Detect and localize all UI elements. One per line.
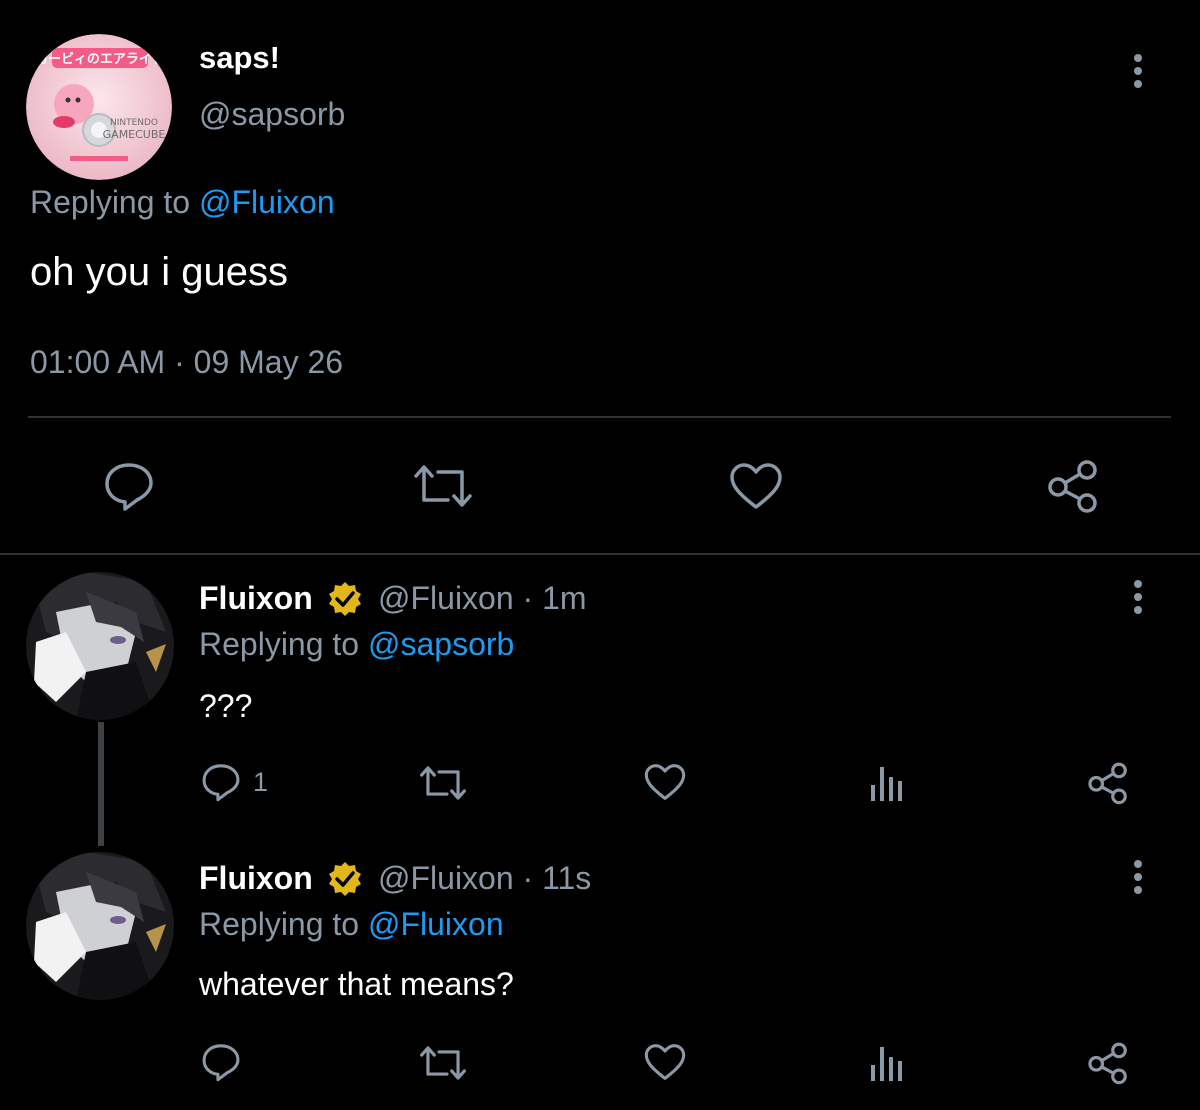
reply-meta: @Fluixon · 11s [378,860,591,897]
replying-to-link[interactable]: @Fluixon [199,184,335,220]
reply-time[interactable]: · 11s [523,860,592,896]
verified-badge-icon [327,861,363,902]
reply-handle[interactable]: @Fluixon [378,580,514,616]
divider [0,553,1200,555]
reply-text: whatever that means? [199,966,514,1002]
anime-avatar-image [26,852,174,1000]
reply-icon[interactable] [201,1042,241,1087]
main-tweet-handle[interactable]: @sapsorb [199,96,345,133]
svg-text:NINTENDO: NINTENDO [110,118,158,128]
svg-text:GAMECUBE: GAMECUBE [103,128,166,141]
main-tweet-timestamp[interactable]: 01:00 AM · 09 May 26 [30,344,343,381]
reply-replying-line: Replying to @sapsorb [199,626,514,663]
analytics-icon[interactable] [868,1043,906,1088]
divider [28,416,1171,418]
main-tweet-text: oh you i guess [30,250,288,294]
like-icon[interactable] [729,462,783,510]
reply-avatar[interactable] [26,572,174,720]
main-tweet-replying-line: Replying to @Fluixon [30,184,335,221]
retweet-icon[interactable] [412,462,474,510]
verified-badge-icon [327,581,363,622]
reply-display-name[interactable]: Fluixon [199,860,313,897]
more-options-icon[interactable] [1126,578,1150,623]
reply-count: 1 [253,767,269,797]
share-icon[interactable] [1046,458,1100,514]
like-icon[interactable] [644,763,686,806]
reply-avatar[interactable] [26,852,174,1000]
share-icon[interactable] [1086,1041,1130,1090]
anime-avatar-image [26,572,174,720]
reply-text: ??? [199,688,253,724]
replying-to-label: Replying to [199,626,368,662]
thread-connector-line [98,722,104,846]
reply-replying-line: Replying to @Fluixon [199,906,504,943]
replying-to-link[interactable]: @sapsorb [368,626,514,662]
svg-text:カービィのエアライド: カービィのエアライド [35,51,165,67]
share-icon[interactable] [1086,761,1130,810]
reply-handle[interactable]: @Fluixon [378,860,514,896]
gamecube-disc-avatar-image: カービィのエアライド NINTENDO GAMECUBE [26,34,172,180]
reply-display-name[interactable]: Fluixon [199,580,313,617]
analytics-icon[interactable] [868,763,906,808]
reply-icon[interactable] [103,460,155,512]
replying-to-label: Replying to [199,906,368,942]
main-tweet-display-name[interactable]: saps! [199,40,280,76]
retweet-icon[interactable] [418,1044,468,1087]
retweet-icon[interactable] [418,764,468,807]
main-tweet-avatar[interactable]: カービィのエアライド NINTENDO GAMECUBE [26,34,172,180]
reply-icon[interactable] [201,762,241,807]
reply-time[interactable]: · 1m [523,580,587,616]
replying-to-label: Replying to [30,184,199,220]
replying-to-link[interactable]: @Fluixon [368,906,504,942]
reply-meta: @Fluixon · 1m [378,580,587,617]
more-options-icon[interactable] [1126,858,1150,903]
more-options-icon[interactable] [1126,52,1150,92]
like-icon[interactable] [644,1043,686,1086]
